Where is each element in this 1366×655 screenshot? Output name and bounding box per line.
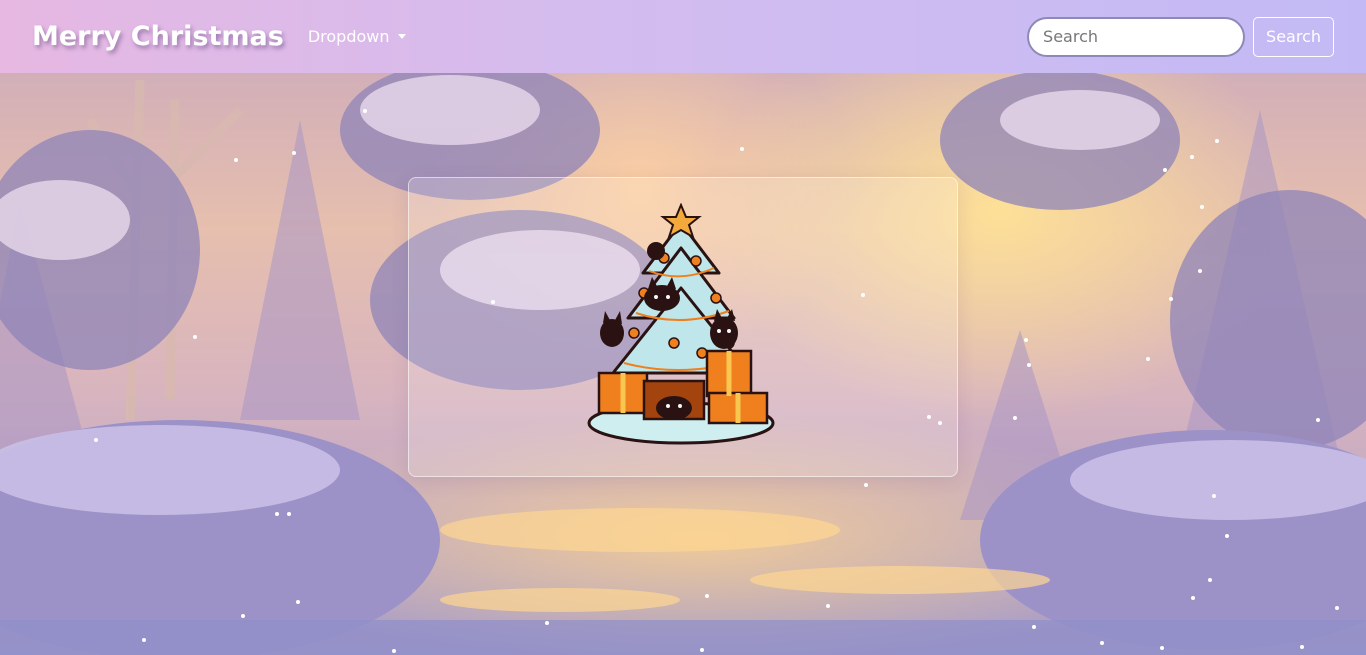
dropdown-toggle[interactable]: Dropdown — [308, 27, 406, 46]
search-button[interactable]: Search — [1253, 16, 1334, 57]
dropdown-label: Dropdown — [307, 27, 390, 46]
christmas-tree-cats-illustration — [587, 203, 775, 445]
caret-down-icon — [397, 34, 406, 39]
search-input[interactable] — [1027, 16, 1246, 57]
navbar: Merry Christmas Dropdown Search — [0, 0, 1366, 73]
brand-link[interactable]: Merry Christmas — [32, 21, 284, 52]
glass-card — [408, 177, 958, 477]
search-form: Search — [1027, 16, 1334, 57]
